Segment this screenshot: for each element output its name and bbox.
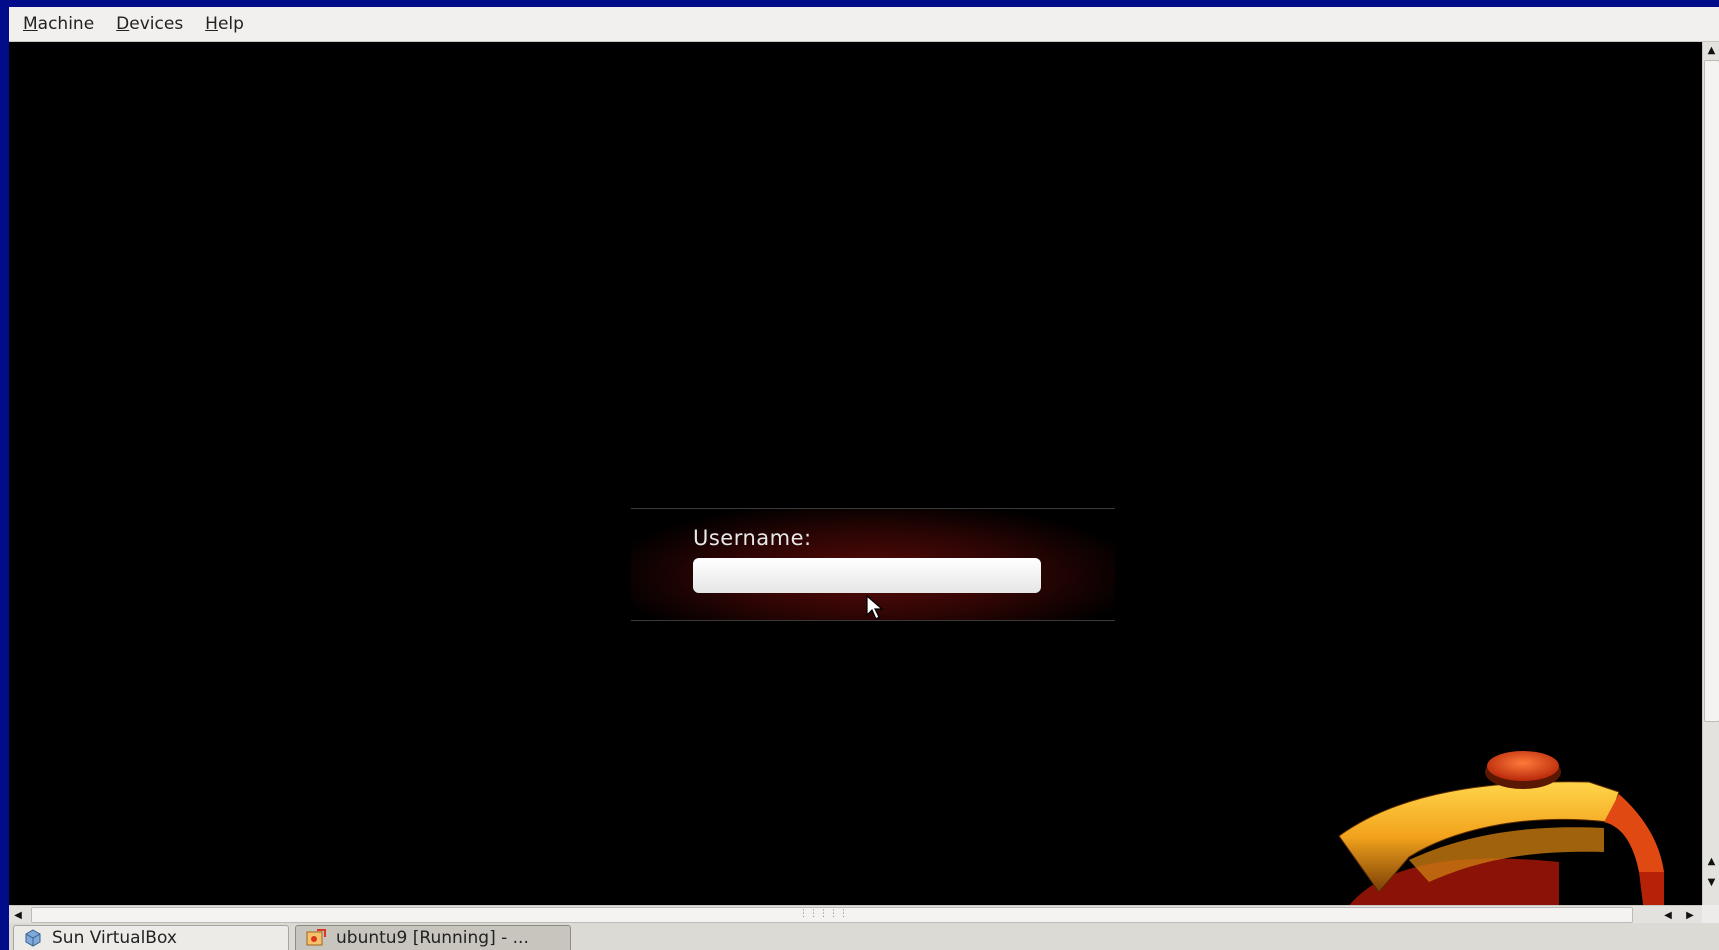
- horizontal-scrollbar[interactable]: ◀ ⋮⋮⋮⋮⋮ ◀ ▶: [9, 905, 1702, 924]
- scroll-up-arrow-icon-lower[interactable]: ▲: [1703, 853, 1719, 870]
- vertical-scrollbar[interactable]: ▲ ▲ ▼: [1702, 42, 1719, 905]
- menubar: Machine Devices Help: [9, 7, 1719, 42]
- vm-display[interactable]: Username:: [9, 42, 1702, 905]
- menu-devices-label: evices: [129, 14, 184, 34]
- menu-devices[interactable]: Devices: [105, 7, 194, 41]
- taskbar-item-label: ubuntu9 [Running] - ...: [336, 928, 529, 948]
- virtualbox-icon: [25, 929, 41, 947]
- menu-devices-mnemonic: D: [116, 14, 130, 34]
- vertical-scroll-thumb[interactable]: [1704, 60, 1719, 722]
- menu-machine[interactable]: Machine: [9, 7, 105, 41]
- menu-help-label: elp: [217, 14, 244, 34]
- vm-running-icon: [306, 929, 326, 946]
- virtualbox-window: Machine Devices Help Username: ▲ ▲ ▼ ◀ ⋮…: [9, 7, 1719, 950]
- menu-machine-label: achine: [37, 14, 95, 34]
- scroll-left-arrow-icon[interactable]: ◀: [9, 906, 27, 924]
- menu-machine-mnemonic: M: [23, 14, 38, 34]
- scroll-right-arrow-icon[interactable]: ▶: [1681, 906, 1699, 924]
- menu-help[interactable]: Help: [194, 7, 255, 41]
- scroll-down-arrow-icon[interactable]: ▼: [1703, 874, 1719, 891]
- ubuntu-logo: [1338, 751, 1664, 905]
- scroll-grip-icon: ⋮⋮⋮⋮⋮: [799, 909, 849, 919]
- username-input[interactable]: [693, 558, 1041, 593]
- menu-help-mnemonic: H: [205, 14, 218, 34]
- username-label: Username:: [693, 526, 812, 550]
- scroll-up-arrow-icon[interactable]: ▲: [1703, 42, 1719, 59]
- scroll-left-arrow-icon-right[interactable]: ◀: [1659, 906, 1677, 924]
- taskbar-item-virtualbox[interactable]: Sun VirtualBox: [13, 925, 289, 950]
- taskbar-item-label: Sun VirtualBox: [52, 928, 177, 948]
- taskbar: Sun VirtualBox ubuntu9 [Running] - ...: [9, 923, 1719, 950]
- pointer-arrow-icon: [866, 595, 884, 620]
- taskbar-item-ubuntu9[interactable]: ubuntu9 [Running] - ...: [295, 925, 571, 950]
